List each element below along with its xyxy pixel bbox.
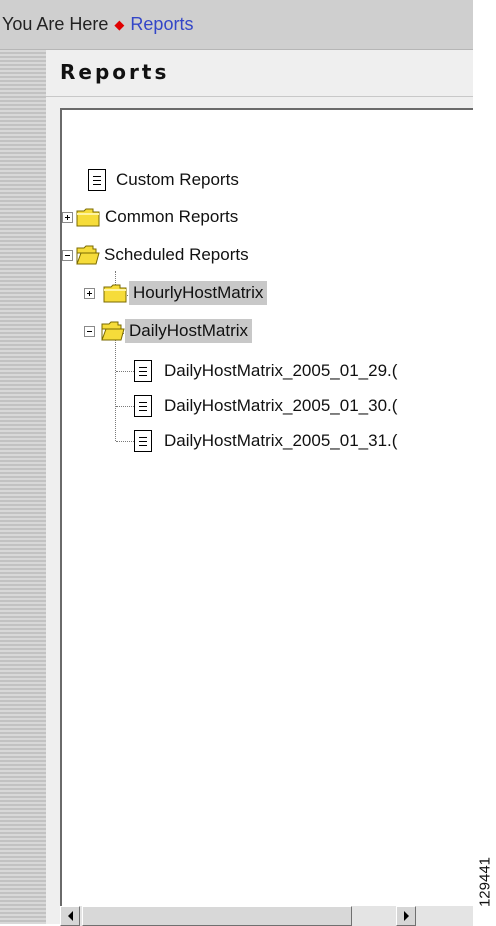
- tree-item-label: Common Reports: [105, 207, 239, 226]
- tree-connector: [116, 406, 134, 407]
- tree-connector: [115, 339, 116, 441]
- document-icon: [88, 169, 106, 191]
- scrollbar-thumb[interactable]: [82, 906, 352, 926]
- expand-plus-icon[interactable]: [84, 287, 95, 299]
- reports-screen: You Are Here ◆ Reports Reports Custom Re…: [0, 0, 473, 926]
- tree-item-hourly-host-matrix[interactable]: HourlyHostMatrix: [84, 277, 268, 309]
- tree-item-common-reports[interactable]: Common Reports: [62, 201, 242, 233]
- arrow-right-icon: [403, 911, 409, 921]
- title-divider: [46, 96, 473, 97]
- collapse-minus-icon[interactable]: [62, 249, 73, 261]
- scroll-left-button[interactable]: [60, 906, 80, 926]
- document-icon: [134, 395, 152, 417]
- left-decorative-stripe: [0, 50, 46, 924]
- figure-id-text: 129441: [476, 856, 493, 908]
- expand-plus-icon[interactable]: [62, 211, 73, 223]
- tree-item-label: DailyHostMatrix_2005_01_30.(: [164, 396, 398, 415]
- document-icon: [134, 360, 152, 382]
- tree-connector: [116, 371, 134, 372]
- scroll-right-button[interactable]: [396, 906, 416, 926]
- document-icon: [134, 430, 152, 452]
- folder-icon: [103, 284, 127, 303]
- open-folder-icon: [76, 245, 100, 265]
- folder-icon: [76, 208, 100, 227]
- arrow-left-icon: [67, 911, 73, 921]
- tree-item-label: DailyHostMatrix_2005_01_31.(: [164, 431, 398, 450]
- tree-item-label: DailyHostMatrix_2005_01_29.(: [164, 361, 398, 380]
- tree-item-label: Custom Reports: [116, 170, 239, 189]
- breadcrumb: You Are Here ◆ Reports: [0, 0, 473, 50]
- tree-item-daily-file[interactable]: DailyHostMatrix_2005_01_31.(: [134, 425, 401, 457]
- tree-item-daily-file[interactable]: DailyHostMatrix_2005_01_30.(: [134, 390, 401, 422]
- red-diamond-icon: ◆: [114, 16, 125, 32]
- tree-connector: [116, 441, 134, 442]
- tree-item-scheduled-reports[interactable]: Scheduled Reports: [62, 239, 253, 271]
- tree-item-daily-file[interactable]: DailyHostMatrix_2005_01_29.(: [134, 355, 401, 387]
- collapse-minus-icon[interactable]: [84, 325, 95, 337]
- tree-item-daily-host-matrix[interactable]: DailyHostMatrix: [84, 315, 253, 347]
- tree-item-label: DailyHostMatrix: [125, 319, 253, 343]
- breadcrumb-link-reports[interactable]: Reports: [130, 14, 193, 35]
- tree-item-label: HourlyHostMatrix: [129, 281, 268, 305]
- page-title: Reports: [60, 60, 170, 84]
- main-content: Reports Custom Reports Common Reports Sc…: [46, 50, 473, 926]
- report-tree: Custom Reports Common Reports Scheduled …: [60, 108, 473, 906]
- horizontal-scrollbar[interactable]: [60, 906, 473, 926]
- tree-item-custom-reports[interactable]: Custom Reports: [88, 164, 243, 196]
- figure-id: 129441: [473, 840, 496, 924]
- tree-item-label: Scheduled Reports: [104, 245, 249, 264]
- breadcrumb-prefix: You Are Here: [2, 14, 109, 34]
- open-folder-icon: [101, 321, 125, 341]
